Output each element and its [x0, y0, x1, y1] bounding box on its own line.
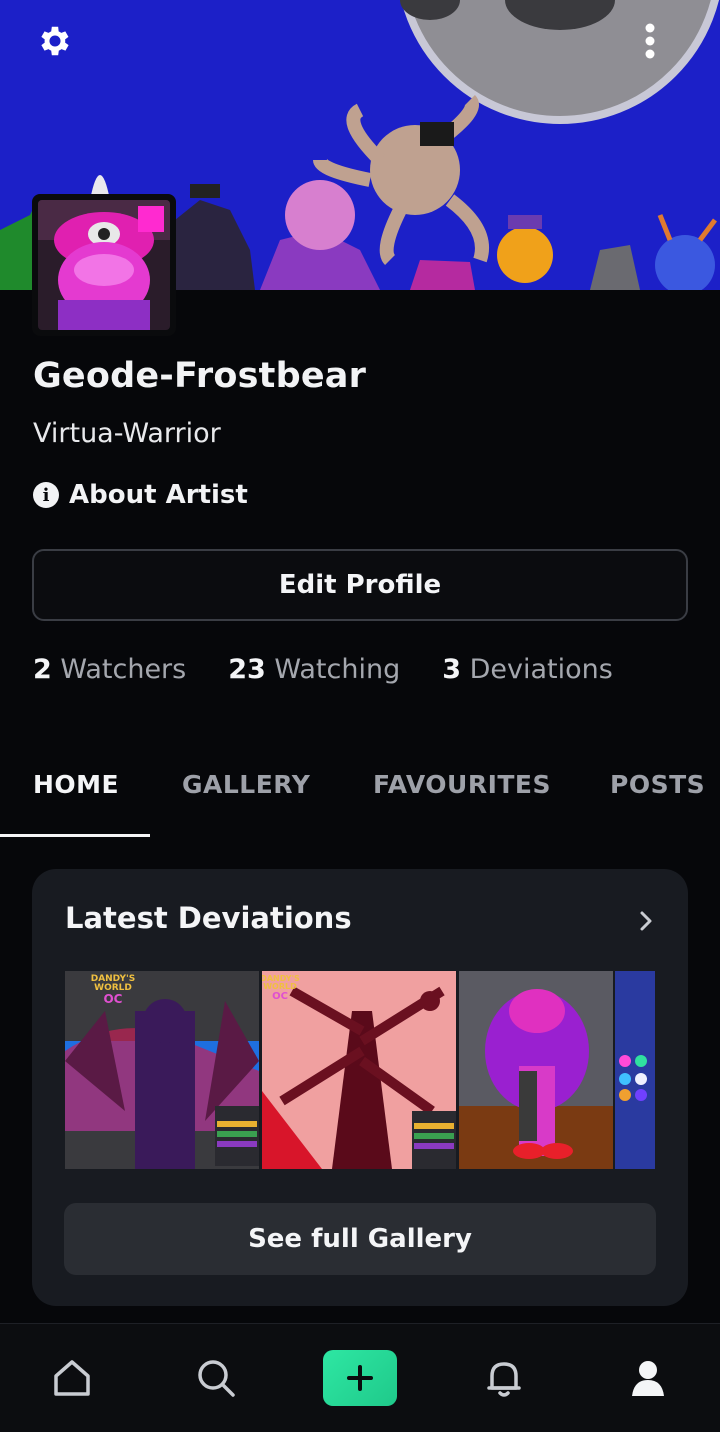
chevron-right-icon [640, 911, 652, 931]
info-icon: i [33, 482, 59, 508]
tab-posts[interactable]: POSTS [610, 770, 705, 799]
deviation-thumbnail[interactable] [615, 971, 655, 1169]
card-title: Latest Deviations [65, 901, 352, 935]
nav-home[interactable] [42, 1350, 102, 1406]
see-full-gallery-button[interactable]: See full Gallery [64, 1203, 656, 1275]
tab-favourites[interactable]: FAVOURITES [373, 770, 551, 799]
avatar[interactable] [32, 194, 176, 336]
stat-label: Deviations [469, 654, 613, 685]
edit-profile-button[interactable]: Edit Profile [32, 549, 688, 621]
more-options-button[interactable] [644, 22, 684, 62]
stat-label: Watching [274, 654, 401, 685]
latest-deviations-card: Latest Deviations DANDY'S WORLD OC DANDY… [32, 869, 688, 1306]
more-vertical-icon [645, 23, 655, 59]
thumb-brand-text: WORLD [263, 982, 297, 991]
deviation-thumbnail[interactable] [459, 971, 613, 1169]
stat-watchers[interactable]: 2 Watchers [33, 654, 186, 685]
stat-count: 3 [442, 654, 462, 685]
username: Geode-Frostbear [33, 356, 367, 396]
thumbnail-image: DANDY'S WORLD OC [262, 971, 456, 1169]
nav-notifications[interactable] [474, 1350, 534, 1406]
stat-count: 23 [228, 654, 266, 685]
deviation-thumbnail[interactable]: DANDY'S WORLD OC [65, 971, 259, 1169]
create-button[interactable] [323, 1350, 397, 1406]
thumbnail-image [459, 971, 613, 1169]
profile-tabs: HOME GALLERY FAVOURITES POSTS [0, 760, 720, 838]
stat-watching[interactable]: 23 Watching [228, 654, 400, 685]
search-icon [198, 1360, 235, 1397]
deviation-thumbnails: DANDY'S WORLD OC DANDY'S WORLD OC [65, 971, 655, 1169]
bottom-navigation [0, 1323, 720, 1432]
active-tab-indicator [0, 834, 150, 837]
settings-button[interactable] [36, 22, 76, 62]
deviation-thumbnail[interactable]: DANDY'S WORLD OC [262, 971, 456, 1169]
stat-deviations[interactable]: 3 Deviations [442, 654, 613, 685]
gear-icon [41, 26, 69, 56]
thumb-oc-text: OC [103, 992, 122, 1006]
thumb-oc-text: OC [272, 991, 288, 1002]
about-artist-link[interactable]: i About Artist [33, 480, 248, 510]
tab-home[interactable]: HOME [33, 770, 119, 799]
user-icon [632, 1361, 664, 1396]
nav-search[interactable] [186, 1350, 246, 1406]
about-artist-label: About Artist [69, 480, 248, 510]
thumbnail-image [615, 971, 655, 1169]
stat-count: 2 [33, 654, 52, 685]
tab-gallery[interactable]: GALLERY [182, 770, 310, 799]
bell-icon [487, 1362, 521, 1397]
nav-profile[interactable] [618, 1350, 678, 1406]
thumbnail-image: DANDY'S WORLD OC [65, 971, 259, 1169]
avatar-image [38, 200, 170, 330]
user-tagline: Virtua-Warrior [33, 418, 221, 449]
plus-icon [347, 1365, 373, 1391]
stat-label: Watchers [60, 654, 187, 685]
home-icon [54, 1360, 90, 1396]
latest-deviations-more[interactable] [634, 907, 658, 935]
profile-stats: 2 Watchers 23 Watching 3 Deviations [33, 654, 655, 685]
